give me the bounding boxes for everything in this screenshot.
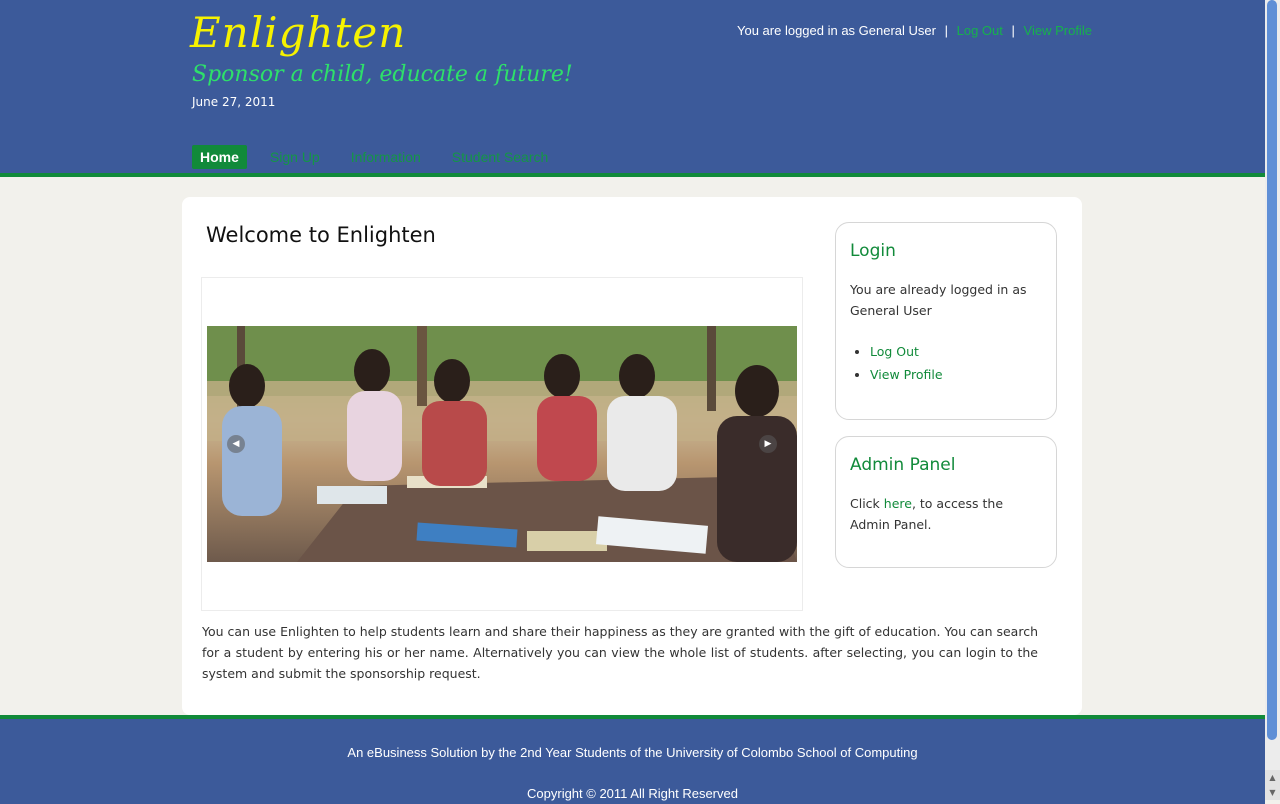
arrow-up-icon: ▲ [1269,773,1276,782]
admin-panel-text: Click here, to access the Admin Panel. [850,493,1040,535]
scrollbar-thumb[interactable] [1267,0,1277,740]
site-tagline: Sponsor a child, educate a future! [192,62,573,87]
students-photo: ◀ ▶ [207,326,797,562]
current-date: June 27, 2011 [192,95,276,109]
admin-panel-box: Admin Panel Click here, to access the Ad… [835,436,1057,568]
header-logout-link[interactable]: Log Out [957,23,1003,38]
slider-next-button[interactable]: ▶ [759,435,777,453]
vertical-scrollbar[interactable]: ▲ ▼ [1265,0,1280,800]
user-status-bar: You are logged in as General User | Log … [737,23,1092,38]
footer-credit: An eBusiness Solution by the 2nd Year St… [347,745,918,760]
scroll-up-button[interactable]: ▲ [1265,770,1280,785]
arrow-down-icon: ▼ [1269,788,1276,797]
admin-panel-title: Admin Panel [850,455,956,475]
page-title: Welcome to Enlighten [206,223,436,247]
intro-paragraph: You can use Enlighten to help students l… [202,624,1038,681]
site-header: Enlighten Sponsor a child, educate a fut… [0,0,1265,173]
logged-in-text: You are logged in as General User [737,23,936,38]
login-status-message: You are already logged in as General Use… [850,282,1027,318]
content-panel: Welcome to Enlighten ◀ ▶ You can use Enl… [182,197,1082,715]
list-item: Log Out [870,340,943,363]
admin-panel-link[interactable]: here [884,496,912,511]
separator: | [1011,23,1015,38]
scroll-down-button[interactable]: ▼ [1265,785,1280,800]
sidebar-view-profile-link[interactable]: View Profile [870,367,943,382]
main-nav: Home Sign Up Information Student Search [192,145,579,169]
nav-information[interactable]: Information [351,145,421,169]
nav-home[interactable]: Home [192,145,247,169]
nav-signup[interactable]: Sign Up [270,145,320,169]
footer-copyright: Copyright © 2011 All Right Reserved [527,786,738,801]
site-logo: Enlighten [190,8,407,57]
site-footer: An eBusiness Solution by the 2nd Year St… [0,715,1265,804]
chevron-left-icon: ◀ [232,439,240,449]
nav-student-search[interactable]: Student Search [452,145,549,169]
login-box-title: Login [850,241,896,261]
image-slider: ◀ ▶ [201,277,803,611]
chevron-right-icon: ▶ [764,439,772,449]
header-divider [0,173,1265,177]
slider-prev-button[interactable]: ◀ [227,435,245,453]
list-item: View Profile [870,363,943,386]
login-links-list: Log Out View Profile [850,340,943,386]
login-box: Login You are already logged in as Gener… [835,222,1057,420]
sidebar-logout-link[interactable]: Log Out [870,344,919,359]
admin-text-before: Click [850,496,884,511]
students-photo-illustration [207,326,797,562]
header-view-profile-link[interactable]: View Profile [1024,23,1092,38]
separator: | [944,23,948,38]
